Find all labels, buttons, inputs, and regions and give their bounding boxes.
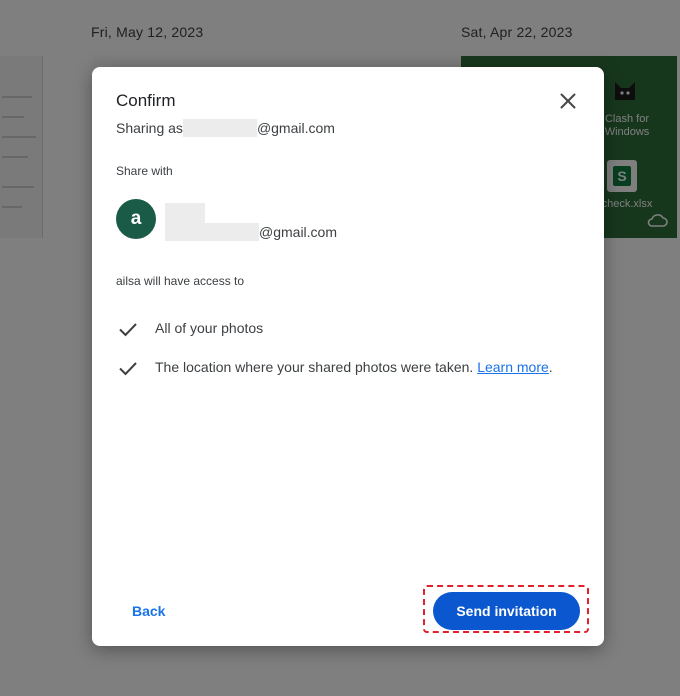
share-with-heading: Share with — [116, 164, 173, 178]
send-invitation-button[interactable]: Send invitation — [433, 592, 580, 630]
dialog-title: Confirm — [116, 91, 176, 110]
access-item: All of your photos — [116, 317, 586, 341]
sharing-as-line: Sharing as @gmail.com — [116, 118, 335, 137]
recipient-email-domain: @gmail.com — [259, 224, 338, 240]
close-icon — [560, 93, 576, 109]
sharing-as-email-domain: @gmail.com — [256, 120, 335, 136]
learn-more-link[interactable]: Learn more — [477, 359, 549, 375]
redacted-username — [182, 118, 257, 137]
back-button[interactable]: Back — [118, 593, 179, 629]
checkmark-icon — [119, 362, 137, 376]
confirm-share-dialog: Confirm Sharing as @gmail.com Share with … — [92, 67, 604, 646]
access-item-trailing-period: . — [548, 359, 553, 375]
access-item-text: All of your photos — [155, 320, 264, 336]
access-item-text-line: The location where your shared photos we… — [155, 359, 553, 375]
access-item-text: The location where your shared photos we… — [155, 359, 474, 375]
access-item: The location where your shared photos we… — [116, 356, 586, 380]
checkmark-icon — [119, 323, 137, 337]
sharing-as-label: Sharing as — [116, 120, 183, 136]
access-heading: ailsa will have access to — [116, 274, 245, 288]
redacted-recipient-name — [165, 203, 205, 223]
avatar: a — [116, 199, 156, 239]
close-button[interactable] — [556, 89, 580, 113]
redacted-recipient-username — [165, 223, 259, 241]
